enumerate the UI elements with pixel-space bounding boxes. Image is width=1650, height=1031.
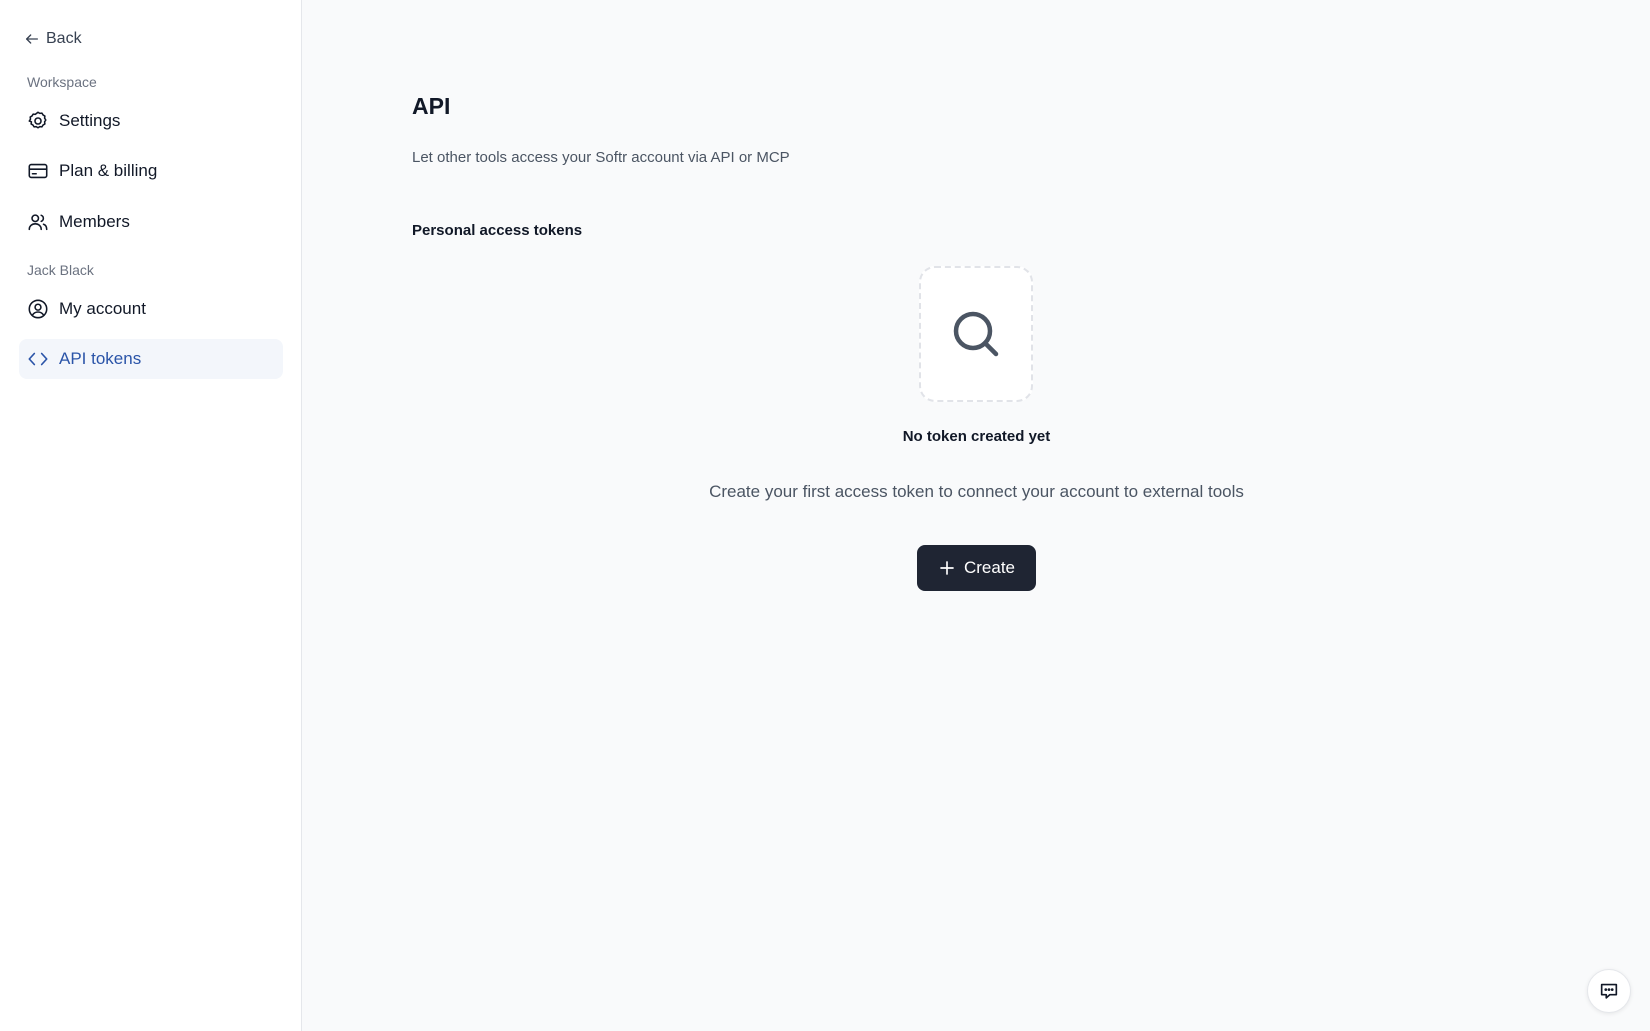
sidebar-item-label: API tokens	[59, 349, 142, 368]
sidebar-item-label: Settings	[59, 111, 121, 130]
plus-icon	[940, 561, 954, 575]
empty-state-description: Create your first access token to connec…	[709, 482, 1244, 501]
create-button-label: Create	[963, 558, 1016, 577]
back-label: Back	[46, 30, 82, 47]
sidebar-item-account[interactable]: My account	[19, 289, 283, 329]
main-content: API Let other tools access your Softr ac…	[303, 0, 1650, 1031]
sidebar-item-api-tokens[interactable]: API tokens	[19, 339, 283, 379]
users-icon	[28, 214, 48, 231]
chat-icon	[1600, 983, 1618, 999]
user-section-label: Jack Black	[27, 262, 94, 278]
sidebar-item-settings[interactable]: Settings	[19, 101, 283, 141]
user-circle-icon	[28, 299, 48, 319]
page-title: API	[412, 93, 451, 119]
chat-button[interactable]	[1587, 969, 1631, 1013]
sidebar-item-label: My account	[59, 299, 146, 318]
back-link[interactable]: Back	[24, 30, 82, 48]
sidebar-item-billing[interactable]: Plan & billing	[19, 151, 283, 191]
section-title: Personal access tokens	[412, 222, 583, 239]
sidebar-item-members[interactable]: Members	[19, 202, 283, 242]
sidebar-item-label: Members	[59, 212, 130, 231]
search-icon	[953, 311, 999, 357]
create-token-button[interactable]: Create	[917, 545, 1036, 591]
sidebar-item-label: Plan & billing	[59, 161, 158, 180]
sidebar: Back Workspace Settings Plan & billing M…	[0, 0, 302, 1031]
page-subtitle: Let other tools access your Softr accoun…	[412, 149, 790, 166]
empty-state-title: No token created yet	[902, 428, 1051, 445]
code-icon	[28, 352, 48, 366]
workspace-section-label: Workspace	[27, 74, 97, 90]
gear-icon	[28, 111, 47, 129]
arrow-left-icon	[26, 34, 38, 44]
credit-card-icon	[28, 163, 48, 179]
empty-state-icon-box	[919, 266, 1033, 402]
